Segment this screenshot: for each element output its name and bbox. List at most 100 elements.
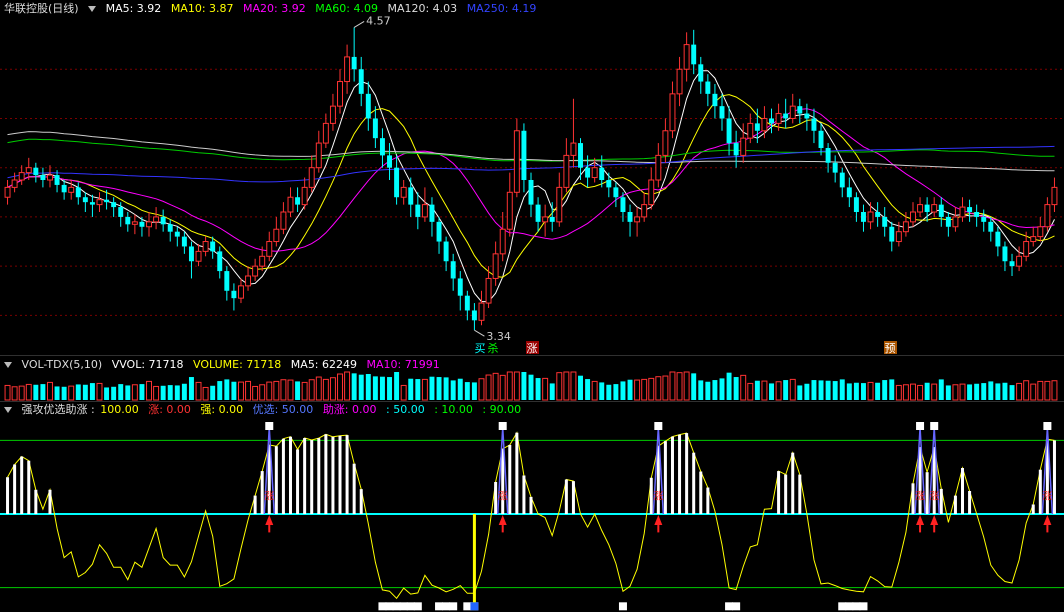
candle-body bbox=[252, 265, 259, 277]
candle bbox=[217, 246, 223, 279]
candle bbox=[683, 32, 690, 82]
candle bbox=[804, 103, 810, 131]
candle bbox=[676, 56, 683, 107]
candle-body bbox=[761, 117, 768, 132]
candle-body bbox=[68, 186, 75, 193]
volume-bar bbox=[322, 378, 329, 401]
up-arrow-icon bbox=[265, 515, 274, 526]
indicator-chart[interactable]: 涨涨涨涨涨涨 bbox=[0, 418, 1064, 612]
candle-body bbox=[61, 184, 67, 193]
volume-bar bbox=[712, 380, 718, 400]
volume-bar bbox=[358, 374, 364, 400]
volume-bar bbox=[18, 385, 25, 401]
candle bbox=[1037, 216, 1044, 242]
divider bbox=[0, 401, 1064, 402]
candle-body bbox=[387, 155, 392, 168]
candle-body bbox=[945, 216, 951, 227]
candlestick-chart[interactable]: 4.573.34买杀涨预 bbox=[0, 0, 1064, 356]
volume-bar bbox=[195, 381, 202, 401]
indicator-header: 强攻优选助涨 : 100.00 涨: 0.00 强: 0.00 优选: 50.0… bbox=[4, 403, 527, 417]
volume-bar bbox=[408, 378, 414, 400]
volume-bar bbox=[329, 377, 336, 401]
candle-body bbox=[995, 231, 1001, 247]
candle bbox=[952, 207, 959, 232]
candle-body bbox=[959, 206, 966, 218]
candle-body bbox=[789, 105, 796, 119]
volume-bar bbox=[783, 380, 789, 400]
zhang-signal: 涨 bbox=[929, 490, 939, 502]
candle-body bbox=[351, 56, 357, 70]
volume-bar bbox=[591, 380, 598, 401]
volume-bar bbox=[542, 377, 549, 401]
strength-bar bbox=[663, 441, 667, 514]
candle-body bbox=[599, 167, 605, 180]
candle-body bbox=[75, 187, 81, 198]
zhuzhang-label: 助涨: 0.00 bbox=[322, 403, 377, 416]
volume-bar bbox=[698, 380, 704, 400]
strength-bar bbox=[968, 491, 972, 514]
volume-bar bbox=[733, 377, 739, 400]
candle bbox=[967, 199, 973, 222]
candle-body bbox=[40, 175, 46, 180]
volume-bar bbox=[464, 382, 470, 400]
oversold-marker bbox=[449, 602, 458, 611]
kill-tag: 杀 bbox=[488, 341, 499, 355]
candle bbox=[421, 187, 428, 222]
volume-bar bbox=[478, 378, 485, 401]
candle-body bbox=[394, 167, 400, 198]
oversold-marker bbox=[852, 602, 861, 611]
volume-bar bbox=[811, 380, 817, 400]
volume-bar bbox=[365, 374, 371, 400]
candle-body bbox=[875, 212, 881, 217]
candle-body bbox=[924, 204, 930, 212]
volume-bar bbox=[443, 377, 449, 400]
candle-body bbox=[315, 142, 322, 169]
rise-tag: 涨 bbox=[527, 342, 538, 355]
candle-body bbox=[237, 285, 244, 299]
zhang-signal: 涨 bbox=[264, 490, 274, 502]
candle bbox=[492, 241, 499, 286]
volume-bar bbox=[210, 385, 216, 400]
candle bbox=[669, 81, 676, 139]
candle-body bbox=[578, 143, 583, 168]
dropdown-triangle-icon[interactable] bbox=[4, 407, 12, 413]
strength-bar bbox=[939, 488, 943, 514]
strength-bar bbox=[324, 434, 328, 514]
volume-bar bbox=[825, 380, 831, 400]
volume-chart[interactable] bbox=[0, 358, 1064, 401]
candle-body bbox=[585, 167, 591, 178]
candle bbox=[726, 106, 732, 156]
volume-bar bbox=[436, 377, 442, 400]
volume-bar bbox=[351, 373, 357, 400]
candle bbox=[111, 197, 117, 217]
candle-body bbox=[535, 204, 541, 222]
candle-body bbox=[570, 142, 577, 156]
candle bbox=[443, 236, 449, 272]
strength-bar bbox=[529, 496, 533, 514]
candle-body bbox=[1023, 241, 1030, 257]
strength-bar bbox=[961, 468, 965, 514]
candle-body bbox=[783, 113, 789, 119]
candle-body bbox=[485, 277, 492, 304]
candle bbox=[789, 93, 796, 124]
volume-bar bbox=[895, 384, 902, 401]
volume-bar bbox=[726, 372, 732, 400]
candle bbox=[202, 236, 209, 257]
candle-body bbox=[443, 241, 449, 262]
candle bbox=[174, 226, 180, 247]
candle bbox=[917, 197, 924, 217]
volume-bar bbox=[634, 379, 641, 401]
candle-body bbox=[775, 113, 782, 124]
level-10-label: : 10.00 bbox=[434, 403, 473, 416]
candle bbox=[181, 231, 187, 254]
low-marker-line bbox=[474, 329, 485, 337]
candle bbox=[61, 180, 67, 200]
candle bbox=[400, 180, 407, 205]
volume-bar bbox=[705, 381, 711, 400]
candle-body bbox=[415, 204, 421, 217]
volume-bar bbox=[25, 383, 32, 401]
strength-bar bbox=[791, 452, 795, 514]
candle-body bbox=[358, 69, 364, 94]
strength-bar bbox=[798, 474, 802, 514]
candle-body bbox=[981, 216, 987, 222]
